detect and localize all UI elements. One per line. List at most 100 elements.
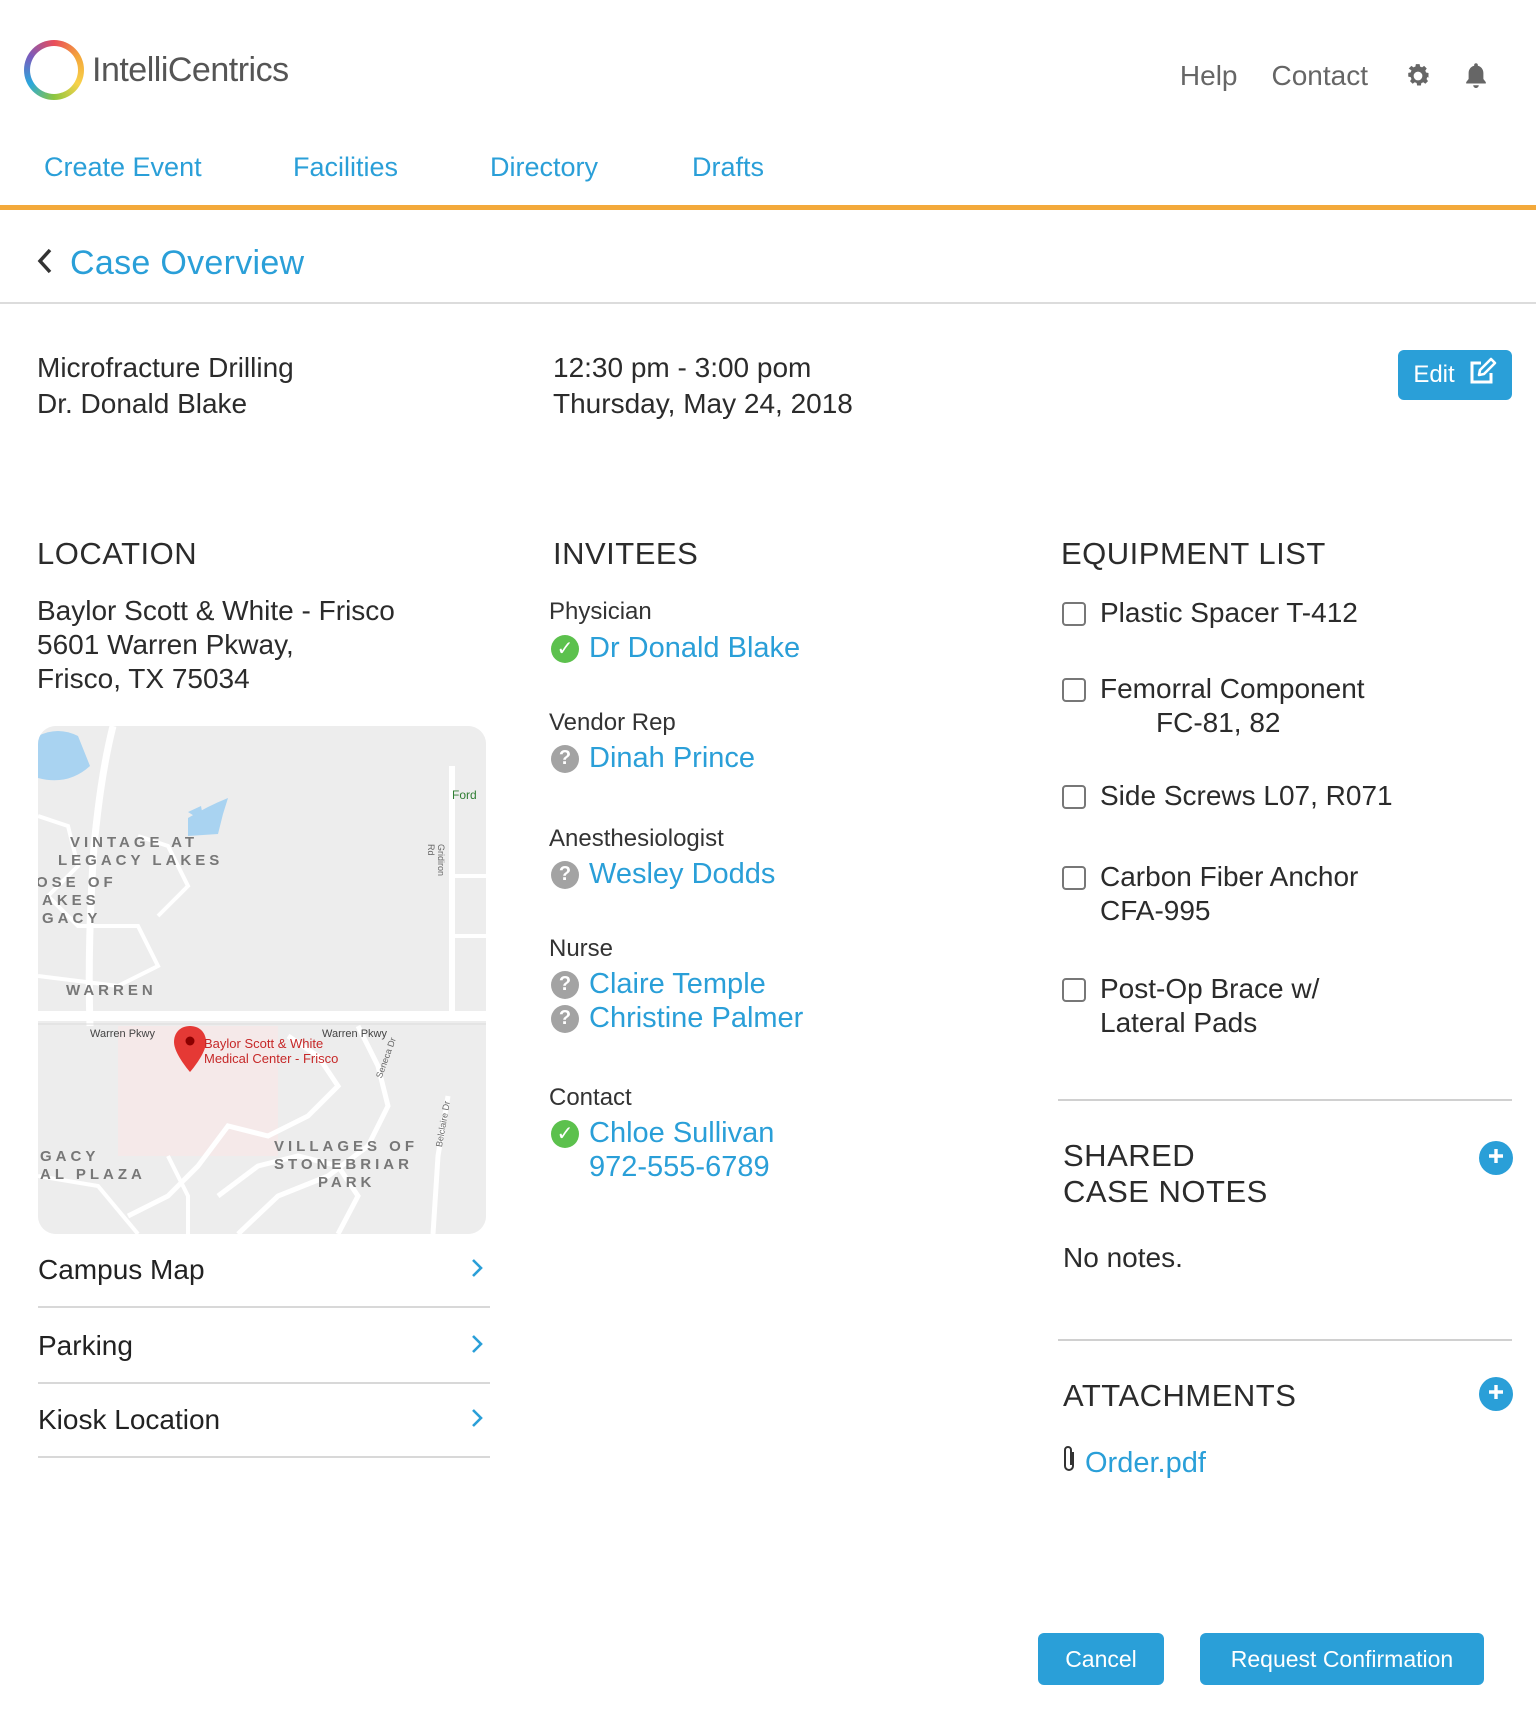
check-circle-icon: ✓ (551, 1119, 579, 1148)
gear-icon[interactable] (1402, 60, 1434, 92)
parking-label: Parking (38, 1330, 133, 1361)
plus-icon (1486, 1382, 1506, 1407)
role-nurse: Nurse (549, 935, 614, 962)
facility-name: Baylor Scott & White - Frisco (37, 595, 395, 626)
plus-icon (1486, 1146, 1506, 1171)
invitee-row[interactable]: ✓ Dr Donald Blake (551, 632, 800, 665)
chevron-right-icon (470, 1254, 484, 1286)
map-area-label: GACY (42, 910, 102, 927)
event-schedule: 12:30 pm - 3:00 pom Thursday, May 24, 20… (553, 350, 853, 422)
event-time: 12:30 pm - 3:00 pom (553, 352, 812, 383)
equipment-item[interactable]: Carbon Fiber Anchor CFA-995 (1062, 860, 1358, 928)
equipment-heading: EQUIPMENT LIST (1061, 536, 1326, 571)
event-date: Thursday, May 24, 2018 (553, 388, 853, 419)
edit-icon (1467, 357, 1497, 394)
equipment-item[interactable]: Post-Op Brace w/ Lateral Pads (1062, 972, 1319, 1040)
invitees-heading: INVITEES (553, 536, 699, 571)
attachment-item[interactable]: Order.pdf (1061, 1444, 1206, 1482)
paperclip-icon (1061, 1444, 1079, 1482)
invitee-row[interactable]: ? Claire Temple (551, 968, 766, 1001)
equipment-checkbox[interactable] (1062, 678, 1086, 702)
map-road-label: Warren Pkwy (90, 1028, 155, 1040)
role-anesthesiologist: Anesthesiologist (549, 825, 724, 852)
edit-button[interactable]: Edit (1398, 350, 1512, 400)
question-circle-icon: ? (551, 744, 579, 773)
invitee-row[interactable]: ? Dinah Prince (551, 742, 755, 775)
breadcrumb: Case Overview (34, 244, 304, 283)
parking-link[interactable]: Parking (38, 1310, 490, 1384)
campus-map-label: Campus Map (38, 1254, 205, 1285)
invitee-name: Dr Donald Blake (589, 632, 801, 664)
nav-drafts[interactable]: Drafts (692, 152, 764, 183)
map-poi-label: Ford (452, 788, 477, 802)
equipment-checkbox[interactable] (1062, 602, 1086, 626)
map-area-label: AL PLAZA (40, 1166, 146, 1183)
location-map[interactable]: Baylor Scott & White Medical Center - Fr… (38, 726, 486, 1234)
section-divider (1058, 1339, 1512, 1341)
invitee-row[interactable]: ? Wesley Dodds (551, 858, 775, 891)
edit-button-label: Edit (1413, 361, 1455, 388)
section-divider (1058, 1099, 1512, 1101)
logo-ring-icon (24, 40, 84, 100)
attachment-name: Order.pdf (1085, 1446, 1206, 1479)
page-title: Case Overview (70, 244, 305, 282)
event-doctor: Dr. Donald Blake (37, 388, 248, 419)
address-street: 5601 Warren Pkway, (37, 629, 294, 660)
map-area-label: VINTAGE AT (70, 834, 199, 851)
equipment-item[interactable]: Plastic Spacer T-412 (1062, 596, 1358, 630)
check-circle-icon: ✓ (551, 634, 579, 663)
nav-create-event[interactable]: Create Event (44, 152, 202, 183)
question-circle-icon: ? (551, 1004, 579, 1033)
cancel-button[interactable]: Cancel (1038, 1633, 1164, 1685)
map-area-label: OSE OF (38, 874, 117, 891)
map-area-label: VILLAGES OF (274, 1138, 419, 1155)
bell-icon[interactable] (1460, 60, 1492, 92)
top-links: Help Contact (1180, 60, 1492, 92)
role-vendor-rep: Vendor Rep (549, 709, 676, 736)
back-chevron-icon[interactable] (34, 246, 56, 281)
map-area-label: WARREN (66, 982, 157, 999)
equipment-checkbox[interactable] (1062, 978, 1086, 1002)
event-info: Microfracture Drilling Dr. Donald Blake (37, 350, 294, 422)
contact-phone[interactable]: 972-555-6789 (589, 1151, 770, 1184)
equipment-item[interactable]: Side Screws L07, R071 (1062, 779, 1393, 813)
invitee-name: Chloe Sullivan (589, 1117, 775, 1149)
contact-link[interactable]: Contact (1272, 60, 1369, 92)
equipment-checkbox[interactable] (1062, 866, 1086, 890)
brand-name: IntelliCentrics (92, 50, 289, 89)
location-address: Baylor Scott & White - Frisco 5601 Warre… (37, 594, 395, 696)
location-heading: LOCATION (37, 536, 198, 571)
chevron-right-icon (470, 1404, 484, 1436)
invitee-name: Claire Temple (589, 968, 766, 1000)
kiosk-location-link[interactable]: Kiosk Location (38, 1384, 490, 1458)
invitee-name: Christine Palmer (589, 1002, 804, 1034)
nav-facilities[interactable]: Facilities (293, 152, 398, 183)
main-nav: Create Event Facilities Directory Drafts (0, 148, 1536, 210)
add-attachment-button[interactable] (1479, 1377, 1513, 1411)
role-contact: Contact (549, 1084, 632, 1111)
map-area-label: GACY (40, 1148, 100, 1165)
map-area-label: STONEBRIAR (274, 1156, 413, 1173)
map-road-label: Warren Pkwy (322, 1028, 387, 1040)
question-circle-icon: ? (551, 860, 579, 889)
brand-logo[interactable]: IntelliCentrics (24, 40, 289, 100)
add-note-button[interactable] (1479, 1141, 1513, 1175)
campus-map-link[interactable]: Campus Map (38, 1234, 490, 1308)
invitee-row[interactable]: ✓ Chloe Sullivan (551, 1117, 774, 1150)
kiosk-location-label: Kiosk Location (38, 1404, 221, 1435)
invitee-row[interactable]: ? Christine Palmer (551, 1002, 803, 1035)
notes-empty-text: No notes. (1063, 1242, 1183, 1273)
notes-heading: SHARED CASE NOTES (1063, 1138, 1268, 1209)
equipment-checkbox[interactable] (1062, 785, 1086, 809)
breadcrumb-divider (0, 302, 1536, 304)
equipment-item[interactable]: Femorral Component FC-81, 82 (1062, 672, 1365, 740)
help-link[interactable]: Help (1180, 60, 1238, 92)
chevron-right-icon (470, 1330, 484, 1362)
role-physician: Physician (549, 598, 652, 625)
map-pin-label: Baylor Scott & White Medical Center - Fr… (204, 1036, 339, 1066)
question-circle-icon: ? (551, 970, 579, 999)
request-confirmation-button[interactable]: Request Confirmation (1200, 1633, 1484, 1685)
nav-directory[interactable]: Directory (490, 152, 598, 183)
attachments-heading: ATTACHMENTS (1063, 1378, 1297, 1413)
invitee-name: Wesley Dodds (589, 858, 776, 890)
